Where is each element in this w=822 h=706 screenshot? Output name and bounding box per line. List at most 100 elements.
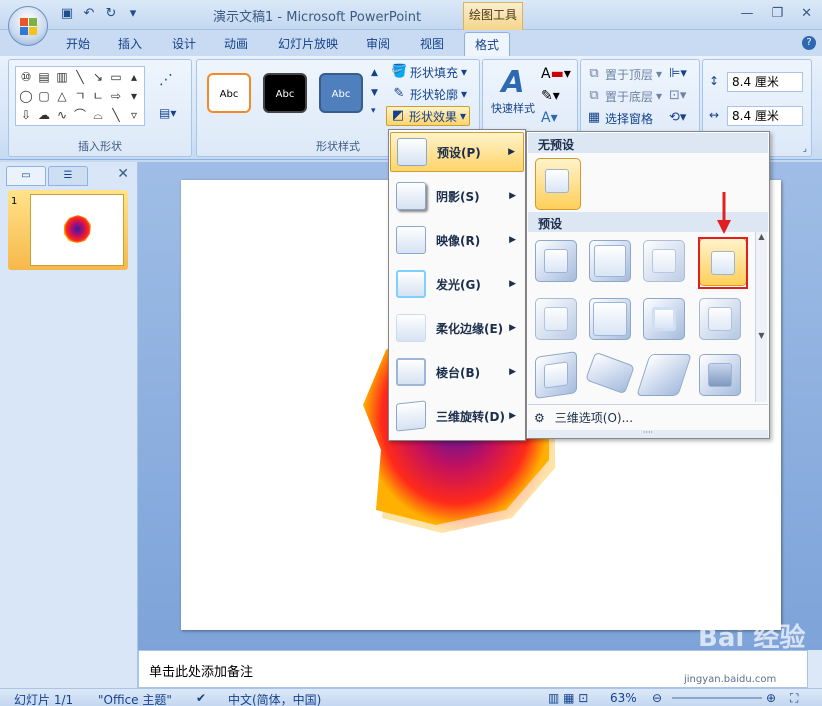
- shape-connector-icon[interactable]: ㄴ: [89, 87, 107, 106]
- zoom-slider[interactable]: [672, 697, 762, 699]
- tab-outline-view[interactable]: ☰: [48, 166, 88, 186]
- save-icon[interactable]: ▣: [58, 6, 76, 22]
- tab-review[interactable]: 审阅: [366, 35, 390, 52]
- size-dialog-launcher-icon[interactable]: ⌟: [803, 144, 807, 154]
- height-input[interactable]: 8.4 厘米: [727, 72, 803, 92]
- shape-curve-icon[interactable]: ∿: [53, 106, 71, 125]
- selection-pane-button[interactable]: ▦ 选择窗格: [583, 108, 656, 128]
- preset-10[interactable]: [585, 351, 635, 395]
- style-scroll-up-icon[interactable]: ▲: [371, 68, 378, 78]
- notes-scrollbar[interactable]: [808, 650, 822, 688]
- shape-fill-button[interactable]: 🪣 形状填充 ▾: [388, 62, 470, 82]
- minimize-icon[interactable]: —: [740, 6, 753, 21]
- shape-right-arrow-icon[interactable]: ⇨: [107, 87, 125, 106]
- preset-9[interactable]: [535, 351, 577, 399]
- shape-expand-icon[interactable]: ▿: [125, 106, 143, 125]
- style-more-icon[interactable]: ▾: [371, 106, 376, 116]
- menu-item-reflection[interactable]: 映像(R) ▶: [390, 220, 524, 260]
- menu-item-shadow[interactable]: 阴影(S) ▶: [390, 176, 524, 216]
- text-fill-icon[interactable]: A▬▾: [541, 66, 571, 82]
- restore-icon[interactable]: ❐: [771, 6, 783, 21]
- preset-5[interactable]: [535, 298, 577, 340]
- preset-none[interactable]: [535, 158, 581, 210]
- menu-item-preset[interactable]: 预设(P) ▶: [390, 132, 524, 172]
- shape-scroll-icon[interactable]: ▾: [125, 87, 143, 106]
- menu-item-bevel[interactable]: 棱台(B) ▶: [390, 352, 524, 392]
- close-panel-icon[interactable]: ✕: [117, 166, 129, 182]
- shape-oval-icon[interactable]: ◯: [17, 87, 35, 106]
- menu-item-soft-edges[interactable]: 柔化边缘(E) ▶: [390, 308, 524, 348]
- fit-window-icon[interactable]: ⛶: [790, 691, 798, 706]
- tab-slides-view[interactable]: ▭: [6, 166, 46, 186]
- undo-icon[interactable]: ↶: [80, 6, 98, 22]
- edit-shape-icon[interactable]: ⋰: [159, 72, 173, 88]
- preset-3[interactable]: [643, 240, 685, 282]
- tab-format[interactable]: 格式: [464, 32, 511, 58]
- preset-11[interactable]: [636, 354, 692, 396]
- help-icon[interactable]: ?: [802, 36, 816, 50]
- redo-icon[interactable]: ↻: [102, 6, 120, 22]
- shape-style-swatch-blue[interactable]: Abc: [319, 73, 363, 113]
- style-scroll-down-icon[interactable]: ▼: [371, 88, 378, 98]
- tab-home[interactable]: 开始: [66, 35, 90, 52]
- preset-7[interactable]: [643, 298, 685, 340]
- office-button[interactable]: [8, 6, 48, 46]
- spelling-check-icon[interactable]: ✔: [196, 691, 206, 705]
- align-icon[interactable]: ⊫▾: [669, 66, 687, 81]
- shape-style-swatch-black[interactable]: Abc: [263, 73, 307, 113]
- qat-customize-icon[interactable]: ▾: [124, 6, 142, 22]
- zoom-out-icon[interactable]: ⊖: [652, 691, 662, 705]
- text-outline-icon[interactable]: ✎▾: [541, 88, 560, 104]
- shape-frame-icon[interactable]: ▥: [53, 68, 71, 87]
- shape-more-icon[interactable]: ▴: [125, 68, 143, 87]
- gallery-scrollbar[interactable]: ▲ ▼: [755, 232, 767, 402]
- reflection-icon: [396, 226, 426, 254]
- width-icon: ↔: [709, 108, 720, 122]
- menu-item-glow[interactable]: 发光(G) ▶: [390, 264, 524, 304]
- shape-wave-icon[interactable]: ⌓: [89, 106, 107, 125]
- textbox-menu-icon[interactable]: ▤▾: [159, 106, 176, 120]
- close-icon[interactable]: ✕: [801, 6, 812, 21]
- shape-outline-button[interactable]: ✎ 形状轮廓 ▾: [388, 84, 470, 104]
- view-buttons[interactable]: ▥ ▦ ⊡: [548, 691, 588, 705]
- preset-2[interactable]: [589, 240, 631, 282]
- bring-to-front-button[interactable]: ⧉ 置于顶层 ▾: [583, 64, 665, 84]
- shapes-gallery[interactable]: ⑩ ▤ ▥ ╲ ↘ ▭ ▴ ◯ ▢ △ ㄱ ㄴ ⇨ ▾ ⇩ ☁ ∿ ⌒ ⌓ ╲ …: [15, 66, 145, 126]
- preset-1[interactable]: [535, 240, 577, 282]
- resize-grip[interactable]: ····: [528, 429, 768, 438]
- zoom-level[interactable]: 63%: [610, 691, 637, 705]
- preset-6[interactable]: [589, 298, 631, 340]
- shape-rectangle-icon[interactable]: ▭: [107, 68, 125, 87]
- tab-slideshow[interactable]: 幻灯片放映: [278, 35, 338, 52]
- shape-arrow-line-icon[interactable]: ↘: [89, 68, 107, 87]
- preset-12[interactable]: [699, 354, 741, 396]
- shape-arc-icon[interactable]: ⌒: [71, 106, 89, 125]
- tab-animations[interactable]: 动画: [224, 35, 248, 52]
- shape-triangle-icon[interactable]: △: [53, 87, 71, 106]
- menu-item-3d-rotation[interactable]: 三维旋转(D) ▶: [390, 396, 524, 436]
- preset-8[interactable]: [699, 298, 741, 340]
- width-input[interactable]: 8.4 厘米: [727, 106, 803, 126]
- height-icon: ↕: [709, 74, 720, 88]
- shape-style-swatch-orange[interactable]: Abc: [207, 73, 251, 113]
- shape-rounded-rect-icon[interactable]: ▢: [35, 87, 53, 106]
- shape-freeform-icon[interactable]: ╲: [107, 106, 125, 125]
- slide-thumbnail[interactable]: 1: [8, 190, 128, 270]
- shape-effects-button[interactable]: ◩ 形状效果 ▾: [386, 106, 471, 126]
- 3d-options-button[interactable]: ⚙ 三维选项(O)...: [528, 404, 768, 430]
- shape-elbow-icon[interactable]: ㄱ: [71, 87, 89, 106]
- group-icon[interactable]: ⊡▾: [669, 88, 686, 103]
- shape-down-arrow-icon[interactable]: ⇩: [17, 106, 35, 125]
- tab-view[interactable]: 视图: [420, 35, 444, 52]
- shape-text-icon[interactable]: ▤: [35, 68, 53, 87]
- shape-textbox-icon[interactable]: ⑩: [17, 68, 35, 87]
- quick-styles-button[interactable]: A 快速样式: [489, 66, 537, 126]
- send-to-back-button[interactable]: ⧉ 置于底层 ▾: [583, 86, 665, 106]
- text-effects-icon[interactable]: A▾: [541, 110, 558, 126]
- shape-line-icon[interactable]: ╲: [71, 68, 89, 87]
- tab-insert[interactable]: 插入: [118, 35, 142, 52]
- zoom-in-icon[interactable]: ⊕: [766, 691, 776, 705]
- shape-cloud-icon[interactable]: ☁: [35, 106, 53, 125]
- rotate-icon[interactable]: ⟲▾: [669, 110, 686, 125]
- tab-design[interactable]: 设计: [172, 35, 196, 52]
